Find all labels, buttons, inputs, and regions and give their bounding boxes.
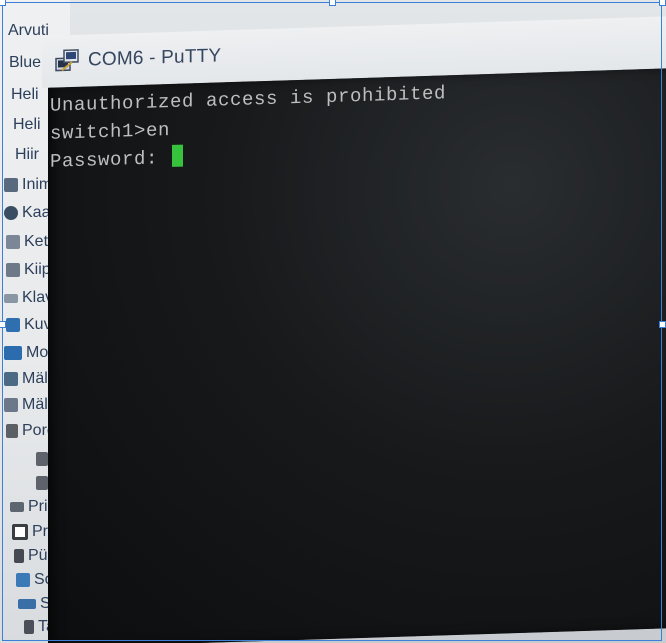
display-adapter-icon [6, 318, 20, 332]
device-manager-item-label: Heli [11, 86, 39, 103]
monitor-icon [4, 346, 22, 360]
system-icon [18, 599, 36, 609]
device-manager-item-mouse[interactable]: Hiir [15, 144, 39, 166]
hid-icon [4, 178, 18, 192]
device-manager-item-label: Blue [9, 54, 42, 71]
device-manager-item-audio[interactable]: Heli [11, 84, 39, 106]
resize-handle-right[interactable] [659, 321, 666, 328]
port-icon [6, 424, 18, 438]
firmware-icon [14, 549, 24, 563]
resize-handle-top-left[interactable] [0, 0, 6, 6]
resize-handle-top-right[interactable] [659, 0, 666, 6]
putty-icon [54, 48, 80, 75]
resize-handle-left[interactable] [0, 321, 6, 328]
window-title: COM6 - PuTTY [88, 45, 222, 71]
terminal-cursor [172, 144, 184, 167]
memory-icon [4, 372, 18, 386]
processor-icon [12, 524, 28, 540]
device-manager-item-label: Hiir [15, 146, 39, 163]
device-manager-item-bluetooth[interactable]: Blue [9, 52, 41, 74]
terminal-screen[interactable]: Unauthorized access is prohibited switch… [48, 68, 666, 643]
printer-icon [10, 502, 24, 512]
keyboard-icon [4, 293, 18, 303]
software-icon [16, 573, 30, 587]
drive-icon [6, 235, 20, 249]
device-icon [24, 620, 34, 634]
password-prompt-label: Password: [50, 146, 171, 173]
storage-icon [4, 398, 18, 412]
disk-icon [4, 206, 18, 220]
device-manager-item-label: Heli [13, 116, 41, 133]
resize-handle-top[interactable] [329, 0, 336, 6]
device-manager-item-audio[interactable]: Heli [13, 114, 41, 136]
putty-window[interactable]: COM6 - PuTTY Unauthorized access is proh… [42, 16, 666, 643]
chip-icon [6, 263, 20, 277]
